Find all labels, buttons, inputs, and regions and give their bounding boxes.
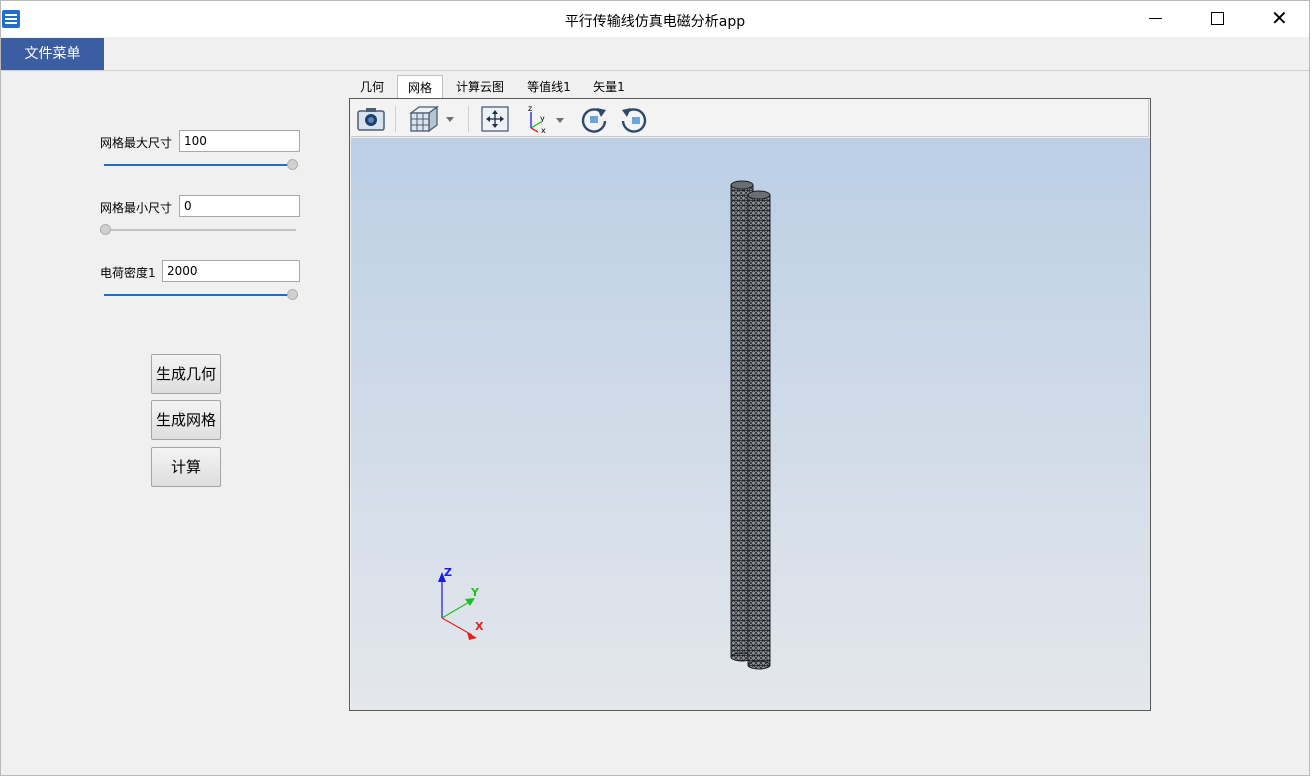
x-axis-arrow xyxy=(467,632,477,640)
x-axis-label: X xyxy=(475,620,484,633)
min-size-input[interactable]: 0 xyxy=(179,195,300,217)
mesh-viewer: z y x Z Y X xyxy=(349,98,1151,711)
minimize-button[interactable] xyxy=(1125,1,1187,37)
rotate-cw-icon[interactable] xyxy=(579,104,609,134)
conductor-2 xyxy=(747,190,771,670)
minimize-icon xyxy=(1149,18,1162,19)
generate-geometry-button[interactable]: 生成几何 xyxy=(151,354,221,394)
tab-contour-plot[interactable]: 计算云图 xyxy=(445,75,515,99)
y-axis-label: Y xyxy=(470,586,480,599)
charge-density-input[interactable]: 2000 xyxy=(162,260,300,282)
max-size-slider-thumb[interactable] xyxy=(287,159,298,170)
tab-vector-1[interactable]: 矢量1 xyxy=(583,75,635,99)
axes-orient-icon[interactable]: z y x xyxy=(523,104,571,135)
fit-view-icon[interactable] xyxy=(480,104,510,134)
min-size-slider-thumb[interactable] xyxy=(100,224,111,235)
title-bar: 平行传输线仿真电磁分析app ✕ xyxy=(1,1,1309,37)
tab-mesh[interactable]: 网格 xyxy=(397,75,443,99)
mesh-scene: Z Y X xyxy=(438,180,771,670)
max-size-label: 网格最大尺寸 xyxy=(100,136,173,150)
close-icon: ✕ xyxy=(1271,6,1288,30)
svg-text:x: x xyxy=(541,126,546,134)
max-size-input[interactable]: 100 xyxy=(179,130,300,152)
svg-text:z: z xyxy=(528,104,532,113)
z-axis-label: Z xyxy=(444,566,452,579)
min-size-label: 网格最小尺寸 xyxy=(100,201,173,215)
max-size-slider[interactable] xyxy=(104,159,298,171)
tab-geometry[interactable]: 几何 xyxy=(349,75,395,99)
maximize-button[interactable] xyxy=(1187,1,1249,37)
svg-text:y: y xyxy=(540,114,545,123)
app-window: 平行传输线仿真电磁分析app ✕ 文件菜单 网格最大尺寸 100 网格最小尺寸 … xyxy=(0,0,1310,776)
charge-density-slider[interactable] xyxy=(104,289,298,301)
compute-button[interactable]: 计算 xyxy=(151,447,221,487)
tab-isoline-1[interactable]: 等值线1 xyxy=(517,75,581,99)
charge-density-label: 电荷密度1 xyxy=(100,266,156,280)
file-menu-button[interactable]: 文件菜单 xyxy=(1,38,104,70)
charge-density-slider-fill xyxy=(104,294,293,296)
viewer-toolbar: z y x xyxy=(351,100,1149,137)
maximize-icon xyxy=(1211,12,1224,25)
y-axis-line xyxy=(441,600,472,619)
render-canvas[interactable]: Z Y X xyxy=(351,138,1150,710)
window-title: 平行传输线仿真电磁分析app xyxy=(564,14,746,30)
camera-icon[interactable] xyxy=(356,104,386,134)
rotate-ccw-icon[interactable] xyxy=(619,104,649,134)
generate-mesh-button[interactable]: 生成网格 xyxy=(151,400,221,440)
max-size-slider-fill xyxy=(104,164,293,166)
charge-density-slider-thumb[interactable] xyxy=(287,289,298,300)
close-button[interactable]: ✕ xyxy=(1249,1,1311,37)
cube-view-icon[interactable] xyxy=(407,104,459,134)
y-axis-arrow xyxy=(465,598,475,606)
menu-bar: 文件菜单 xyxy=(1,37,1309,71)
min-size-slider[interactable] xyxy=(100,224,296,236)
orientation-triad: Z Y X xyxy=(438,566,484,640)
